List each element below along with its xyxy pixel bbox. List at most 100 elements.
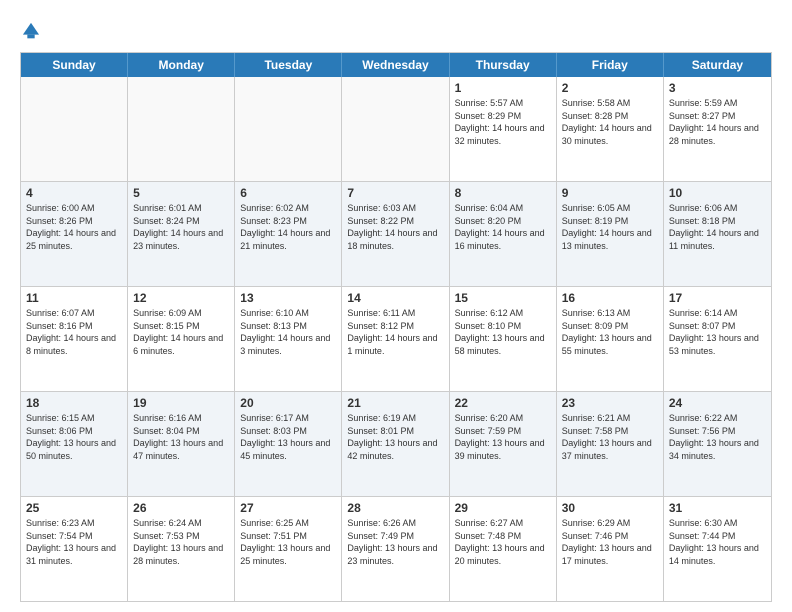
- day-number: 7: [347, 186, 443, 200]
- empty-cell: [342, 77, 449, 181]
- empty-cell: [128, 77, 235, 181]
- cell-info: Sunrise: 6:17 AM Sunset: 8:03 PM Dayligh…: [240, 412, 336, 462]
- day-number: 8: [455, 186, 551, 200]
- page: SundayMondayTuesdayWednesdayThursdayFrid…: [0, 0, 792, 612]
- day-cell-2: 2Sunrise: 5:58 AM Sunset: 8:28 PM Daylig…: [557, 77, 664, 181]
- day-number: 5: [133, 186, 229, 200]
- day-cell-23: 23 Sunrise: 6:21 AM Sunset: 7:58 PM Dayli…: [557, 392, 664, 496]
- cell-info: Sunrise: 6:21 AM Sunset: 7:58 PM Dayligh…: [562, 412, 658, 462]
- header-day-monday: Monday: [128, 53, 235, 77]
- day-cell-31: 31Sunrise: 6:30 AM Sunset: 7:44 PM Dayli…: [664, 497, 771, 601]
- calendar-row-3: 18Sunrise: 6:15 AM Sunset: 8:06 PM Dayli…: [21, 391, 771, 496]
- cell-info: Sunrise: 6:01 AM Sunset: 8:24 PM Dayligh…: [133, 202, 229, 252]
- day-number: 2: [562, 81, 658, 95]
- calendar-row-0: 1 Sunrise: 5:57 AM Sunset: 8:29 PM Daylig…: [21, 77, 771, 181]
- cell-info: Sunrise: 6:09 AM Sunset: 8:15 PM Dayligh…: [133, 307, 229, 357]
- cell-info: Sunrise: 6:15 AM Sunset: 8:06 PM Dayligh…: [26, 412, 122, 462]
- day-number: 21: [347, 396, 443, 410]
- day-cell-24: 24 Sunrise: 6:22 AM Sunset: 7:56 PM Dayli…: [664, 392, 771, 496]
- cell-info: Sunrise: 6:24 AM Sunset: 7:53 PM Dayligh…: [133, 517, 229, 567]
- day-cell-30: 30 Sunrise: 6:29 AM Sunset: 7:46 PM Dayli…: [557, 497, 664, 601]
- cell-info: Sunrise: 5:59 AM Sunset: 8:27 PM Dayligh…: [669, 97, 766, 147]
- header-day-sunday: Sunday: [21, 53, 128, 77]
- day-cell-20: 20Sunrise: 6:17 AM Sunset: 8:03 PM Dayli…: [235, 392, 342, 496]
- calendar: SundayMondayTuesdayWednesdayThursdayFrid…: [20, 52, 772, 602]
- day-number: 3: [669, 81, 766, 95]
- cell-info: Sunrise: 6:13 AM Sunset: 8:09 PM Dayligh…: [562, 307, 658, 357]
- day-number: 29: [455, 501, 551, 515]
- day-cell-3: 3 Sunrise: 5:59 AM Sunset: 8:27 PM Daylig…: [664, 77, 771, 181]
- day-number: 27: [240, 501, 336, 515]
- header-day-saturday: Saturday: [664, 53, 771, 77]
- header-day-thursday: Thursday: [450, 53, 557, 77]
- logo: [20, 20, 45, 42]
- day-number: 25: [26, 501, 122, 515]
- day-cell-21: 21 Sunrise: 6:19 AM Sunset: 8:01 PM Dayli…: [342, 392, 449, 496]
- day-cell-9: 9 Sunrise: 6:05 AM Sunset: 8:19 PM Daylig…: [557, 182, 664, 286]
- cell-info: Sunrise: 6:20 AM Sunset: 7:59 PM Dayligh…: [455, 412, 551, 462]
- day-cell-6: 6Sunrise: 6:02 AM Sunset: 8:23 PM Daylig…: [235, 182, 342, 286]
- day-cell-18: 18Sunrise: 6:15 AM Sunset: 8:06 PM Dayli…: [21, 392, 128, 496]
- day-cell-4: 4 Sunrise: 6:00 AM Sunset: 8:26 PM Daylig…: [21, 182, 128, 286]
- day-number: 16: [562, 291, 658, 305]
- day-number: 19: [133, 396, 229, 410]
- cell-info: Sunrise: 6:14 AM Sunset: 8:07 PM Dayligh…: [669, 307, 766, 357]
- day-cell-8: 8Sunrise: 6:04 AM Sunset: 8:20 PM Daylig…: [450, 182, 557, 286]
- day-cell-11: 11 Sunrise: 6:07 AM Sunset: 8:16 PM Dayli…: [21, 287, 128, 391]
- cell-info: Sunrise: 6:19 AM Sunset: 8:01 PM Dayligh…: [347, 412, 443, 462]
- day-number: 1: [455, 81, 551, 95]
- calendar-header: SundayMondayTuesdayWednesdayThursdayFrid…: [21, 53, 771, 77]
- day-number: 22: [455, 396, 551, 410]
- empty-cell: [21, 77, 128, 181]
- header: [20, 16, 772, 42]
- day-cell-25: 25 Sunrise: 6:23 AM Sunset: 7:54 PM Dayli…: [21, 497, 128, 601]
- day-cell-7: 7 Sunrise: 6:03 AM Sunset: 8:22 PM Daylig…: [342, 182, 449, 286]
- cell-info: Sunrise: 6:16 AM Sunset: 8:04 PM Dayligh…: [133, 412, 229, 462]
- day-number: 28: [347, 501, 443, 515]
- day-number: 12: [133, 291, 229, 305]
- day-number: 10: [669, 186, 766, 200]
- cell-info: Sunrise: 6:00 AM Sunset: 8:26 PM Dayligh…: [26, 202, 122, 252]
- day-cell-29: 29 Sunrise: 6:27 AM Sunset: 7:48 PM Dayli…: [450, 497, 557, 601]
- cell-info: Sunrise: 6:03 AM Sunset: 8:22 PM Dayligh…: [347, 202, 443, 252]
- day-number: 26: [133, 501, 229, 515]
- day-cell-14: 14Sunrise: 6:11 AM Sunset: 8:12 PM Dayli…: [342, 287, 449, 391]
- cell-info: Sunrise: 6:23 AM Sunset: 7:54 PM Dayligh…: [26, 517, 122, 567]
- day-number: 11: [26, 291, 122, 305]
- calendar-row-1: 4 Sunrise: 6:00 AM Sunset: 8:26 PM Daylig…: [21, 181, 771, 286]
- day-cell-12: 12 Sunrise: 6:09 AM Sunset: 8:15 PM Dayli…: [128, 287, 235, 391]
- cell-info: Sunrise: 6:05 AM Sunset: 8:19 PM Dayligh…: [562, 202, 658, 252]
- day-number: 30: [562, 501, 658, 515]
- day-cell-1: 1 Sunrise: 5:57 AM Sunset: 8:29 PM Daylig…: [450, 77, 557, 181]
- cell-info: Sunrise: 6:30 AM Sunset: 7:44 PM Dayligh…: [669, 517, 766, 567]
- day-number: 13: [240, 291, 336, 305]
- cell-info: Sunrise: 6:26 AM Sunset: 7:49 PM Dayligh…: [347, 517, 443, 567]
- header-day-friday: Friday: [557, 53, 664, 77]
- cell-info: Sunrise: 6:06 AM Sunset: 8:18 PM Dayligh…: [669, 202, 766, 252]
- day-number: 23: [562, 396, 658, 410]
- cell-info: Sunrise: 6:02 AM Sunset: 8:23 PM Dayligh…: [240, 202, 336, 252]
- calendar-row-2: 11 Sunrise: 6:07 AM Sunset: 8:16 PM Dayli…: [21, 286, 771, 391]
- logo-icon: [20, 20, 42, 42]
- calendar-row-4: 25 Sunrise: 6:23 AM Sunset: 7:54 PM Dayli…: [21, 496, 771, 601]
- day-cell-13: 13Sunrise: 6:10 AM Sunset: 8:13 PM Dayli…: [235, 287, 342, 391]
- day-cell-17: 17Sunrise: 6:14 AM Sunset: 8:07 PM Dayli…: [664, 287, 771, 391]
- day-number: 24: [669, 396, 766, 410]
- cell-info: Sunrise: 6:11 AM Sunset: 8:12 PM Dayligh…: [347, 307, 443, 357]
- day-number: 4: [26, 186, 122, 200]
- day-cell-26: 26 Sunrise: 6:24 AM Sunset: 7:53 PM Dayli…: [128, 497, 235, 601]
- cell-info: Sunrise: 6:27 AM Sunset: 7:48 PM Dayligh…: [455, 517, 551, 567]
- day-number: 9: [562, 186, 658, 200]
- cell-info: Sunrise: 6:22 AM Sunset: 7:56 PM Dayligh…: [669, 412, 766, 462]
- cell-info: Sunrise: 6:07 AM Sunset: 8:16 PM Dayligh…: [26, 307, 122, 357]
- day-cell-16: 16 Sunrise: 6:13 AM Sunset: 8:09 PM Dayli…: [557, 287, 664, 391]
- header-day-wednesday: Wednesday: [342, 53, 449, 77]
- header-day-tuesday: Tuesday: [235, 53, 342, 77]
- cell-info: Sunrise: 5:57 AM Sunset: 8:29 PM Dayligh…: [455, 97, 551, 147]
- cell-info: Sunrise: 6:12 AM Sunset: 8:10 PM Dayligh…: [455, 307, 551, 357]
- cell-info: Sunrise: 6:29 AM Sunset: 7:46 PM Dayligh…: [562, 517, 658, 567]
- day-cell-22: 22 Sunrise: 6:20 AM Sunset: 7:59 PM Dayli…: [450, 392, 557, 496]
- calendar-body: 1 Sunrise: 5:57 AM Sunset: 8:29 PM Daylig…: [21, 77, 771, 601]
- day-cell-28: 28 Sunrise: 6:26 AM Sunset: 7:49 PM Dayli…: [342, 497, 449, 601]
- day-number: 15: [455, 291, 551, 305]
